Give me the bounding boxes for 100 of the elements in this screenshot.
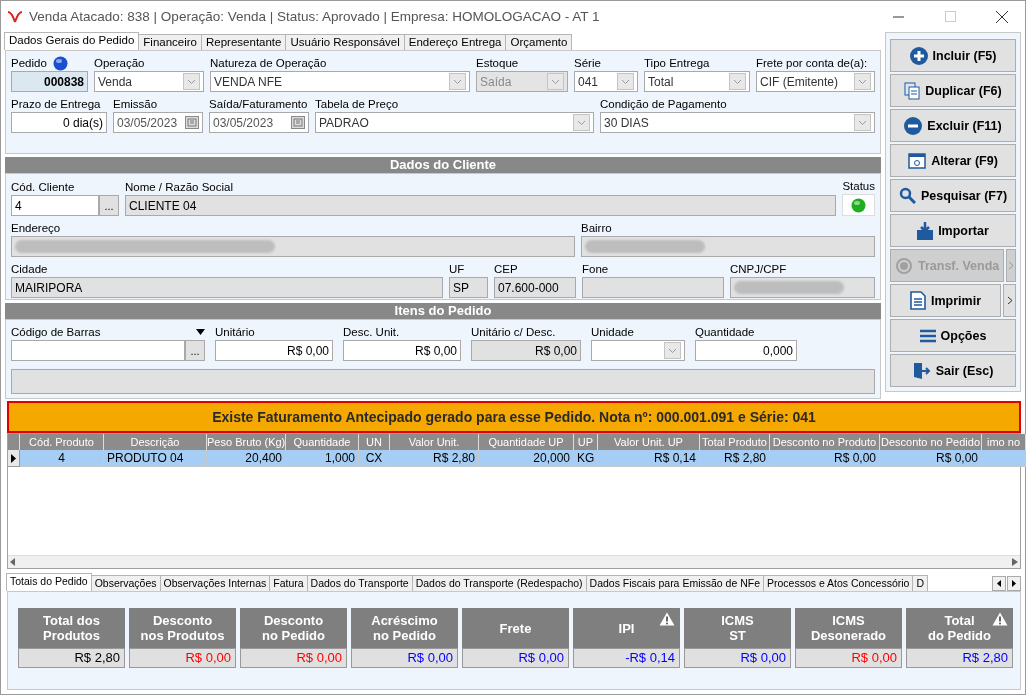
date-field[interactable]: 03/05/2023 [209, 112, 309, 133]
alert-banner: Existe Faturamento Antecipado gerado para esse Pedido. Nota nº: 000.001.091 e Série: 041 [7, 401, 1021, 433]
action-button[interactable]: Imprimir [890, 284, 1001, 317]
field-label: Cidade [11, 263, 48, 275]
tab[interactable]: Orçamento [505, 34, 573, 50]
field-label: Condição de Pagamento [600, 98, 727, 110]
total-value: R$ 2,80 [906, 648, 1013, 668]
tab[interactable]: Totais do Pedido [6, 573, 92, 591]
lookup-button[interactable]: ... [185, 340, 205, 361]
scroll-right-icon [1012, 558, 1018, 566]
input-field[interactable]: 0,000 [695, 340, 797, 361]
tab[interactable]: Representante [201, 34, 287, 50]
readonly-field: SP [449, 277, 488, 298]
dropdown-field[interactable]: VENDA NFE [210, 71, 470, 92]
field-label: Fone [582, 263, 609, 275]
action-button[interactable]: Duplicar (F6) [890, 74, 1016, 107]
row-pointer-icon [11, 453, 16, 463]
field-label: Endereço [11, 222, 61, 234]
tab[interactable]: Financeiro [138, 34, 202, 50]
caret-icon[interactable] [196, 329, 205, 335]
tab[interactable]: Processos e Atos Concessório [763, 575, 914, 591]
maximize-icon [944, 11, 956, 22]
field-label: Prazo de Entrega [11, 98, 101, 110]
action-button[interactable]: Alterar (F9) [890, 144, 1016, 177]
total-value: R$ 0,00 [684, 648, 791, 668]
field-label: Estoque [476, 57, 519, 69]
field-label: Operação [94, 57, 145, 69]
tab[interactable]: Dados do Transporte (Redespacho) [411, 575, 587, 591]
tab-scroll-right-button[interactable] [1007, 576, 1021, 591]
tab[interactable]: Observações [90, 575, 161, 591]
field-label: Tipo Entrega [644, 57, 710, 69]
table-cell: 4 [20, 450, 104, 467]
field-label: Pedido [11, 57, 47, 69]
chevron-right-icon [1008, 261, 1015, 270]
tab[interactable]: Observações Internas [159, 575, 271, 591]
action-button[interactable]: Importar [890, 214, 1016, 247]
download-tray-icon [917, 221, 934, 240]
action-button[interactable]: Excluir (F11) [890, 109, 1016, 142]
order-number-field[interactable]: 000838 [11, 71, 88, 92]
date-field[interactable]: 03/05/2023 [113, 112, 203, 133]
field-label: Nome / Razão Social [125, 181, 234, 193]
menu-arrow-button[interactable] [1003, 284, 1016, 317]
right-arrow-icon [1012, 580, 1016, 587]
tab[interactable]: D [912, 575, 928, 591]
close-icon [996, 10, 1008, 23]
table-cell [982, 450, 1026, 467]
field-label: Unitário c/ Desc. [471, 326, 556, 338]
window-title: Venda Atacado: 838 | Operação: Venda | Status: Aprovado | Empresa: HOMOLOGACAO - AT 1 [29, 9, 601, 24]
dropdown-field[interactable]: Total [644, 71, 750, 92]
tab[interactable]: Fatura [269, 575, 308, 591]
copy-icon [904, 81, 921, 100]
dropdown-field[interactable]: CIF (Emitente) [756, 71, 875, 92]
field-label: Saída/Faturamento [209, 98, 308, 110]
table-cell: 20,000 [479, 450, 574, 467]
total-value: R$ 0,00 [351, 648, 458, 668]
readonly-field: R$ 0,00 [471, 340, 581, 361]
tab[interactable]: Usuário Responsável [285, 34, 405, 50]
section-header: Dados do Cliente [5, 157, 881, 173]
dropdown-field[interactable]: Venda [94, 71, 204, 92]
total-header: Frete [462, 608, 569, 648]
left-arrow-icon [997, 580, 1001, 587]
tab[interactable]: Dados Gerais do Pedido [4, 32, 140, 50]
plus-icon [909, 46, 928, 65]
dropdown-field[interactable]: 041 [574, 71, 638, 92]
total-header: Total do Pedido [906, 608, 1013, 648]
dropdown-field[interactable]: PADRAO [315, 112, 594, 133]
readonly-field: MAIRIPORA [11, 277, 443, 298]
tab[interactable]: Dados do Transporte [306, 575, 413, 591]
calendar-icon[interactable] [291, 116, 305, 129]
total-value: R$ 0,00 [795, 648, 902, 668]
horizontal-scrollbar[interactable] [8, 555, 1020, 568]
input-field[interactable]: 0 dia(s) [11, 112, 107, 133]
total-value: -R$ 0,14 [573, 648, 680, 668]
input-field[interactable]: R$ 0,00 [215, 340, 333, 361]
action-button[interactable]: Opções [890, 319, 1016, 352]
table-cell: KG [574, 450, 598, 467]
tab[interactable]: Dados Fiscais para Emissão de NFe [585, 575, 764, 591]
tab[interactable]: Endereço Entrega [403, 34, 507, 50]
dropdown-field[interactable]: 30 DIAS [600, 112, 875, 133]
field-label: Emissão [113, 98, 158, 110]
window-icon [908, 152, 927, 169]
action-button[interactable]: Incluir (F5) [890, 39, 1016, 72]
tab-scroll-left-button[interactable] [992, 576, 1006, 591]
field-label: CEP [494, 263, 518, 275]
calendar-icon[interactable] [185, 116, 199, 129]
table-cell: R$ 2,80 [700, 450, 770, 467]
total-header: Desconto nos Produtos [129, 608, 236, 648]
dropdown-field[interactable] [591, 340, 685, 361]
input-field[interactable]: R$ 0,00 [343, 340, 461, 361]
action-button[interactable]: Sair (Esc) [890, 354, 1016, 387]
document-icon [910, 291, 926, 310]
field-label: UF [449, 263, 465, 275]
input-field[interactable]: 4 [11, 195, 99, 216]
lookup-button[interactable]: ... [99, 195, 119, 216]
app-logo-icon [7, 9, 23, 24]
total-header: IPI [573, 608, 680, 648]
action-button[interactable]: Pesquisar (F7) [890, 179, 1016, 212]
field-label: Tabela de Preço [315, 98, 399, 110]
total-header: Total dos Produtos [18, 608, 125, 648]
input-field[interactable] [11, 340, 185, 361]
